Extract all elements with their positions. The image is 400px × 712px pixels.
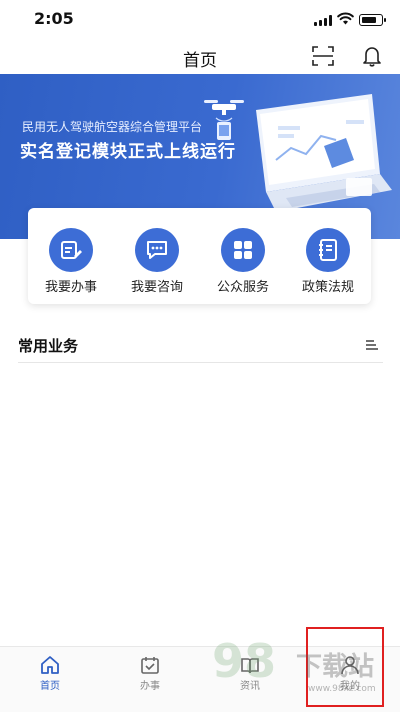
tab-tasks[interactable]: 办事 xyxy=(100,647,200,712)
status-bar: 2:05 xyxy=(0,0,400,40)
watermark-logo: 98 xyxy=(212,634,277,688)
status-time: 2:05 xyxy=(34,9,74,28)
grid-icon xyxy=(221,228,265,272)
quick-actions-card: 我要办事 我要咨询 公众服务 政策法规 xyxy=(28,208,371,304)
section-title: 常用业务 xyxy=(18,337,79,355)
quick-action-apply[interactable]: 我要办事 xyxy=(28,208,114,304)
quick-action-label: 我要咨询 xyxy=(130,280,183,295)
quick-action-public-service[interactable]: 公众服务 xyxy=(200,208,286,304)
chat-icon xyxy=(135,228,179,272)
section-divider xyxy=(18,362,383,363)
nav-bar: 首页 xyxy=(0,40,400,74)
home-icon xyxy=(41,656,59,674)
calendar-check-icon xyxy=(141,657,159,674)
banner-subtitle: 民用无人驾驶航空器综合管理平台 xyxy=(22,120,203,134)
quick-action-consult[interactable]: 我要咨询 xyxy=(114,208,200,304)
cellular-signal-icon xyxy=(314,15,332,26)
edit-icon xyxy=(49,228,93,272)
watermark-url: www.98xz.com xyxy=(308,684,376,694)
drone-icon xyxy=(204,100,244,140)
quick-action-label: 我要办事 xyxy=(44,280,97,295)
tab-label: 首页 xyxy=(40,681,60,692)
watermark-text: 下载站 xyxy=(296,652,375,682)
battery-level xyxy=(362,17,376,23)
quick-action-label: 政策法规 xyxy=(301,280,354,295)
page-title: 首页 xyxy=(183,51,217,71)
scan-icon[interactable] xyxy=(312,46,334,66)
bell-icon[interactable] xyxy=(362,45,382,67)
wifi-icon xyxy=(337,12,354,25)
book-icon xyxy=(306,228,350,272)
quick-action-policy[interactable]: 政策法规 xyxy=(285,208,371,304)
battery-icon xyxy=(359,14,386,26)
tab-home[interactable]: 首页 xyxy=(0,647,100,712)
quick-action-label: 公众服务 xyxy=(216,280,269,295)
list-menu-icon[interactable] xyxy=(366,340,378,350)
tab-label: 办事 xyxy=(140,681,160,692)
